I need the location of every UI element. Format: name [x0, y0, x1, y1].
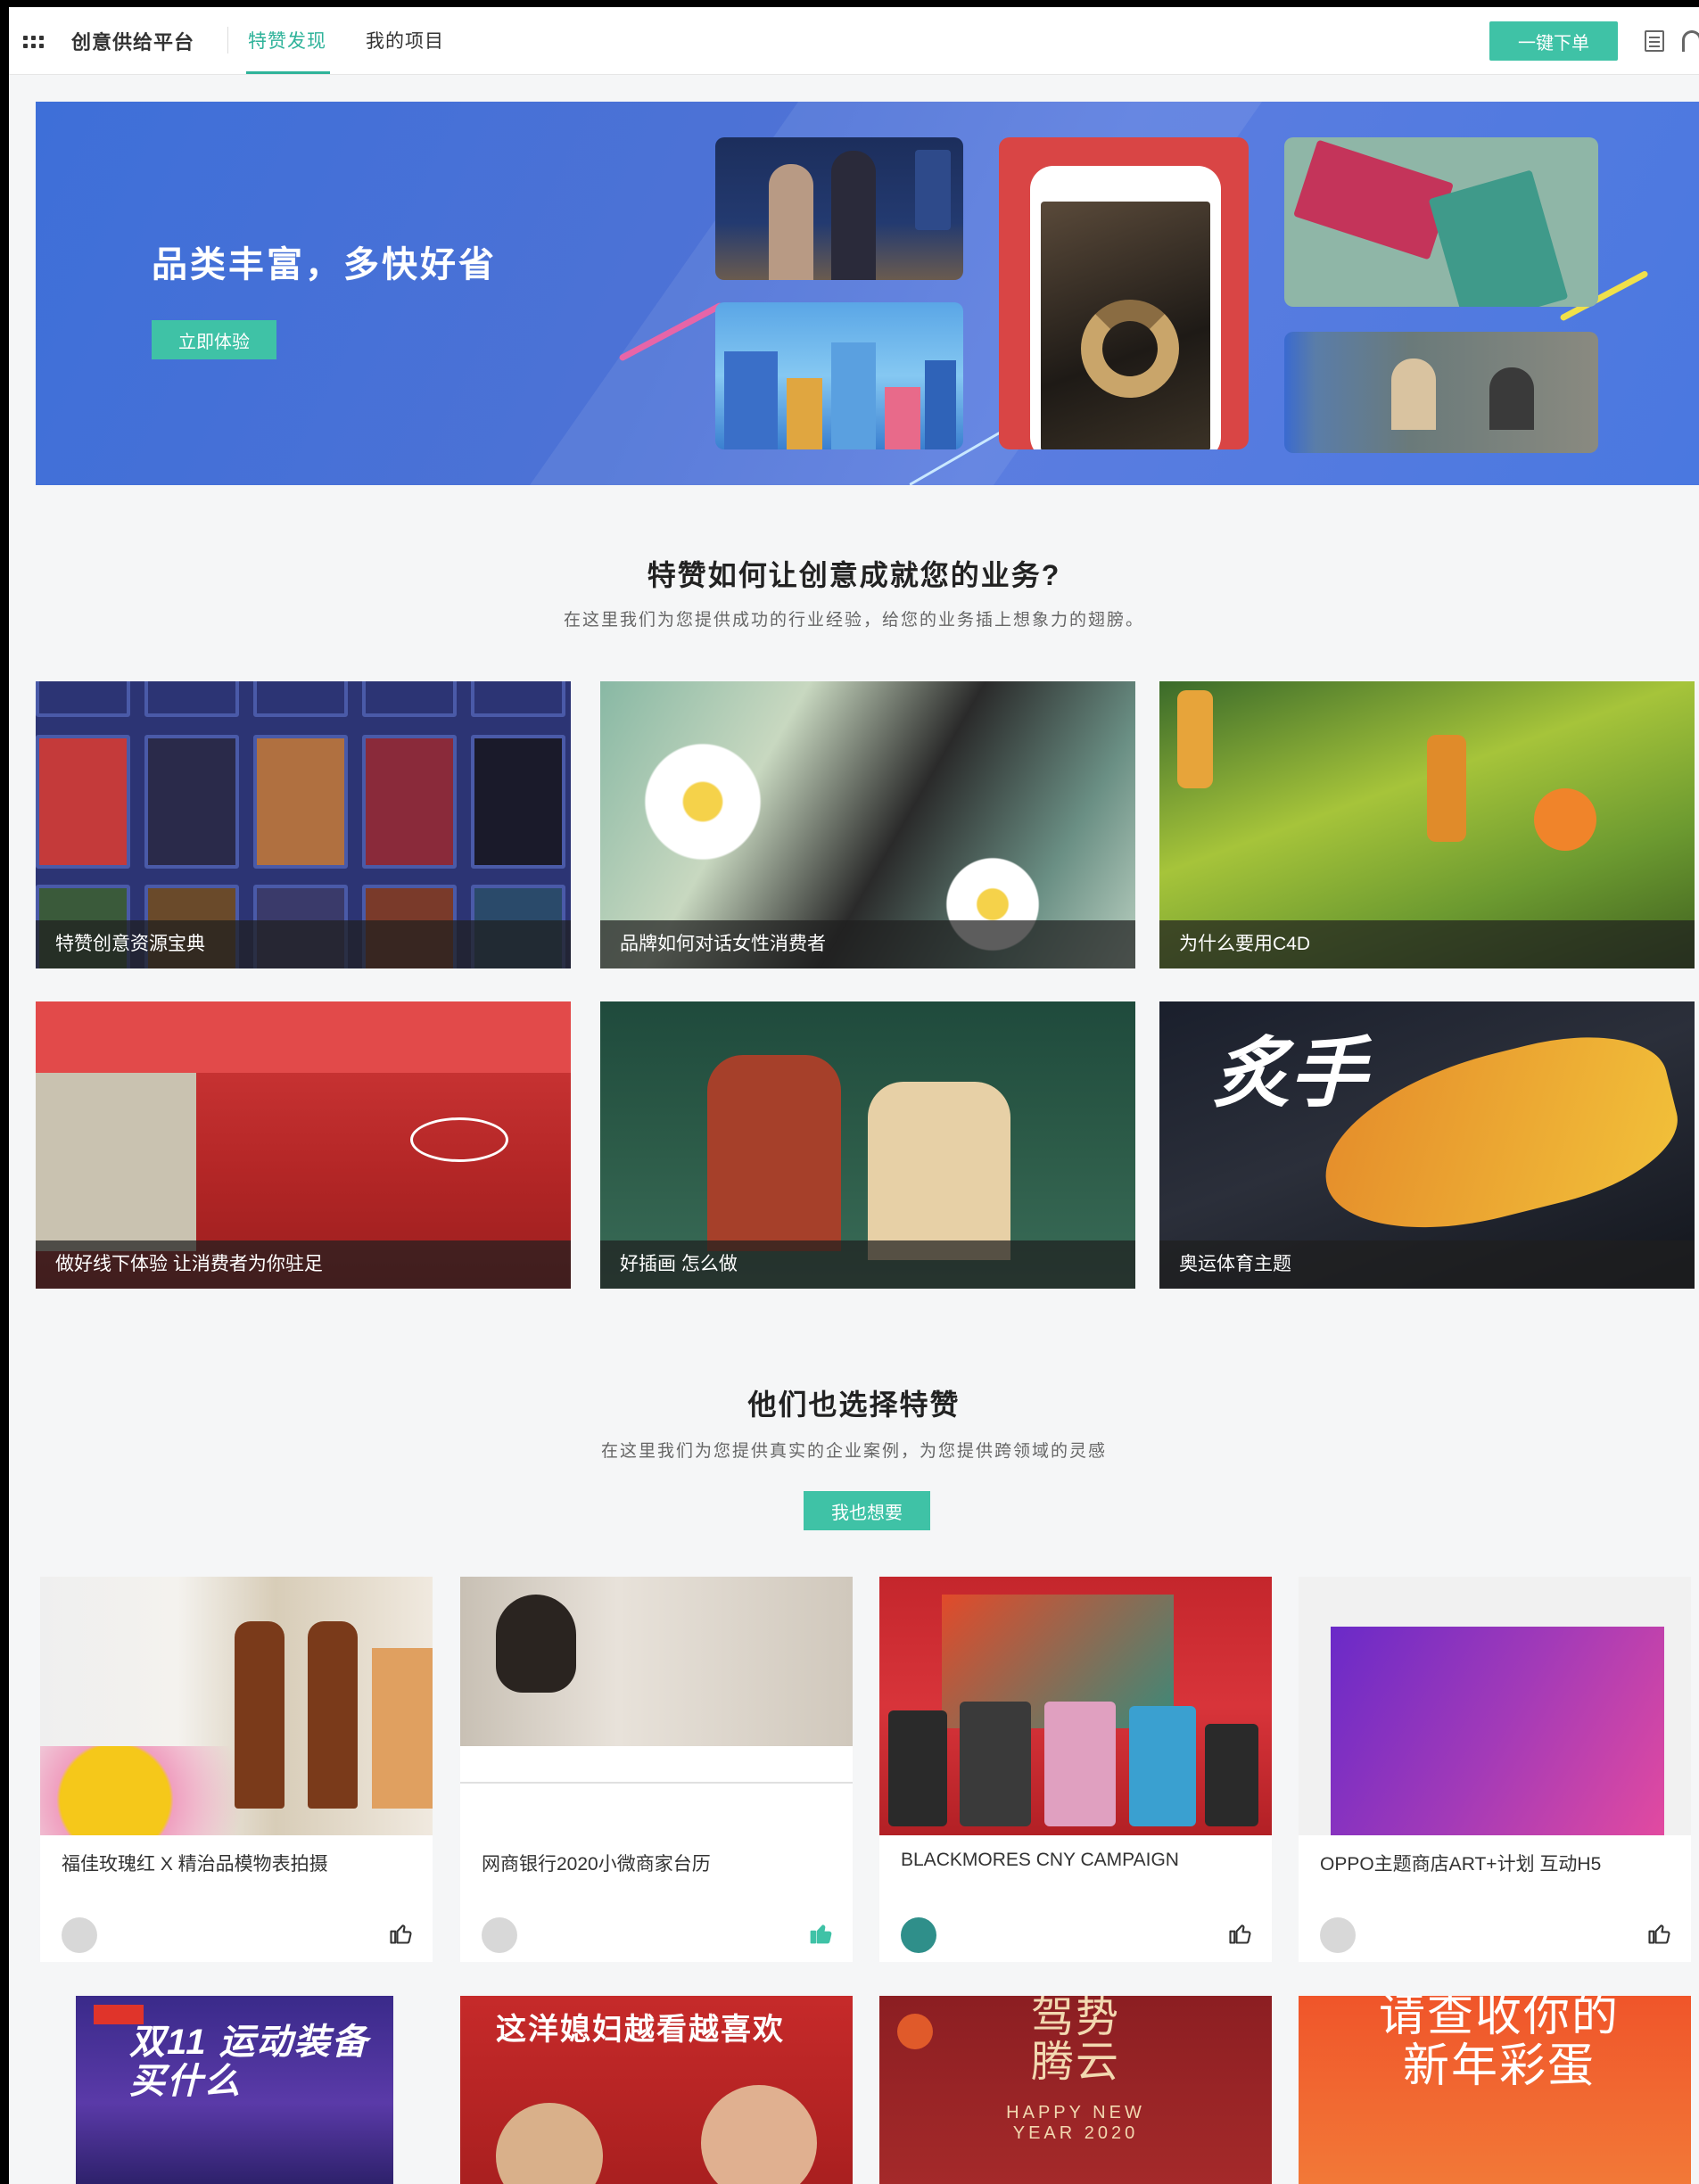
guides-section-subtitle: 在这里我们为您提供成功的行业经验，给您的业务插上想象力的翅膀。: [563, 611, 1144, 630]
divider: [227, 27, 228, 54]
case-card-partial[interactable]: 驾势 腾云 HAPPY NEW YEAR 2020: [879, 1996, 1272, 2184]
quick-order-button[interactable]: 一键下单: [1489, 21, 1618, 61]
case-card-text: 请查收你的 新年彩蛋: [1378, 1996, 1620, 2093]
guide-card-olympic-sports[interactable]: 炙手 奥运体育主题: [1159, 1001, 1695, 1289]
active-tab-indicator: [246, 71, 330, 74]
brand-title: 创意供给平台: [71, 31, 195, 54]
banner-image-phone: [999, 137, 1249, 449]
thumbs-up-icon-active[interactable]: [808, 1921, 833, 1946]
guide-card-c4d[interactable]: 为什么要用C4D: [1159, 681, 1695, 968]
case-card-partial[interactable]: 这洋媳妇越看越喜欢: [460, 1996, 853, 2184]
case-thumbnail: [879, 1577, 1272, 1835]
carousel-dots[interactable]: [843, 480, 896, 483]
guide-card-offline-experience[interactable]: 做好线下体验 让消费者为你驻足: [36, 1001, 571, 1289]
case-card[interactable]: OPPO主题商店ART+计划 互动H5: [1299, 1577, 1691, 1962]
guides-section-title: 特赞如何让创意成就您的业务?: [647, 559, 1061, 591]
apps-grid-icon[interactable]: [23, 36, 46, 48]
case-card[interactable]: 福佳玫瑰红 X 精治品模物表拍摄: [40, 1577, 433, 1962]
hero-banner[interactable]: 品类丰富，多快好省 立即体验: [36, 102, 1699, 485]
document-icon[interactable]: [1645, 30, 1664, 52]
guide-card-label: 特赞创意资源宝典: [36, 920, 571, 968]
case-card[interactable]: 网商银行2020小微商家台历: [460, 1577, 853, 1962]
case-thumbnail: [40, 1577, 433, 1835]
tab-discover[interactable]: 特赞发现: [248, 27, 326, 54]
case-title: BLACKMORES CNY CAMPAIGN: [901, 1850, 1179, 1870]
try-now-button[interactable]: 立即体验: [152, 320, 276, 359]
banner-image-living-room: [1284, 332, 1598, 453]
guide-card-resource-book[interactable]: 特赞创意资源宝典: [36, 681, 571, 968]
thumbs-up-icon[interactable]: [1646, 1921, 1671, 1946]
guide-card-label: 奥运体育主题: [1159, 1240, 1695, 1289]
case-card-text: 双11 运动装备买什么: [129, 2023, 369, 2101]
guide-card-label: 做好线下体验 让消费者为你驻足: [36, 1240, 571, 1289]
guide-card-label: 品牌如何对话女性消费者: [600, 920, 1135, 968]
case-card-headline: 驾势 腾云: [1030, 1996, 1120, 2087]
headset-icon[interactable]: [1682, 30, 1699, 52]
avatar[interactable]: [482, 1917, 517, 1953]
case-thumbnail: [460, 1577, 853, 1835]
case-card-text: 这洋媳妇越看越喜欢: [496, 2013, 785, 2047]
guide-card-illustration[interactable]: 好插画 怎么做: [600, 1001, 1135, 1289]
avatar[interactable]: [901, 1917, 936, 1953]
case-title: 网商银行2020小微商家台历: [482, 1854, 711, 1875]
thumbs-up-icon[interactable]: [388, 1921, 413, 1946]
i-want-it-button[interactable]: 我也想要: [804, 1491, 930, 1530]
thumbs-up-icon[interactable]: [1227, 1921, 1252, 1946]
banner-image-city: [715, 302, 963, 449]
guide-card-label: 为什么要用C4D: [1159, 920, 1695, 968]
top-bar: 创意供给平台 特赞发现 我的项目 一键下单: [9, 7, 1699, 75]
case-card[interactable]: BLACKMORES CNY CAMPAIGN: [879, 1577, 1272, 1962]
case-thumbnail: [1299, 1577, 1691, 1835]
phone-mockup: [1030, 166, 1221, 449]
case-title: OPPO主题商店ART+计划 互动H5: [1320, 1854, 1602, 1875]
avatar[interactable]: [1320, 1917, 1356, 1953]
avatar[interactable]: [62, 1917, 97, 1953]
cases-section-subtitle: 在这里我们为您提供真实的企业案例，为您提供跨领域的灵感: [600, 1442, 1107, 1461]
case-title: 福佳玫瑰红 X 精治品模物表拍摄: [62, 1854, 328, 1875]
case-card-partial[interactable]: 双11 运动装备买什么: [76, 1996, 393, 2184]
guide-card-female-consumers[interactable]: 品牌如何对话女性消费者: [600, 681, 1135, 968]
tab-my-projects[interactable]: 我的项目: [366, 27, 444, 54]
cases-section-title: 他们也选择特赞: [747, 1389, 961, 1421]
banner-image-couple: [715, 137, 963, 280]
banner-title: 品类丰富，多快好省: [152, 245, 497, 284]
page: 创意供给平台 特赞发现 我的项目 一键下单 品类丰富，多快好省 立即体验 特赞如…: [9, 7, 1699, 2184]
banner-image-packaging: [1284, 137, 1598, 307]
guide-card-label: 好插画 怎么做: [600, 1240, 1135, 1289]
case-card-partial[interactable]: 请查收你的 新年彩蛋: [1299, 1996, 1691, 2184]
case-card-subtitle: HAPPY NEW YEAR 2020: [1006, 2103, 1145, 2143]
